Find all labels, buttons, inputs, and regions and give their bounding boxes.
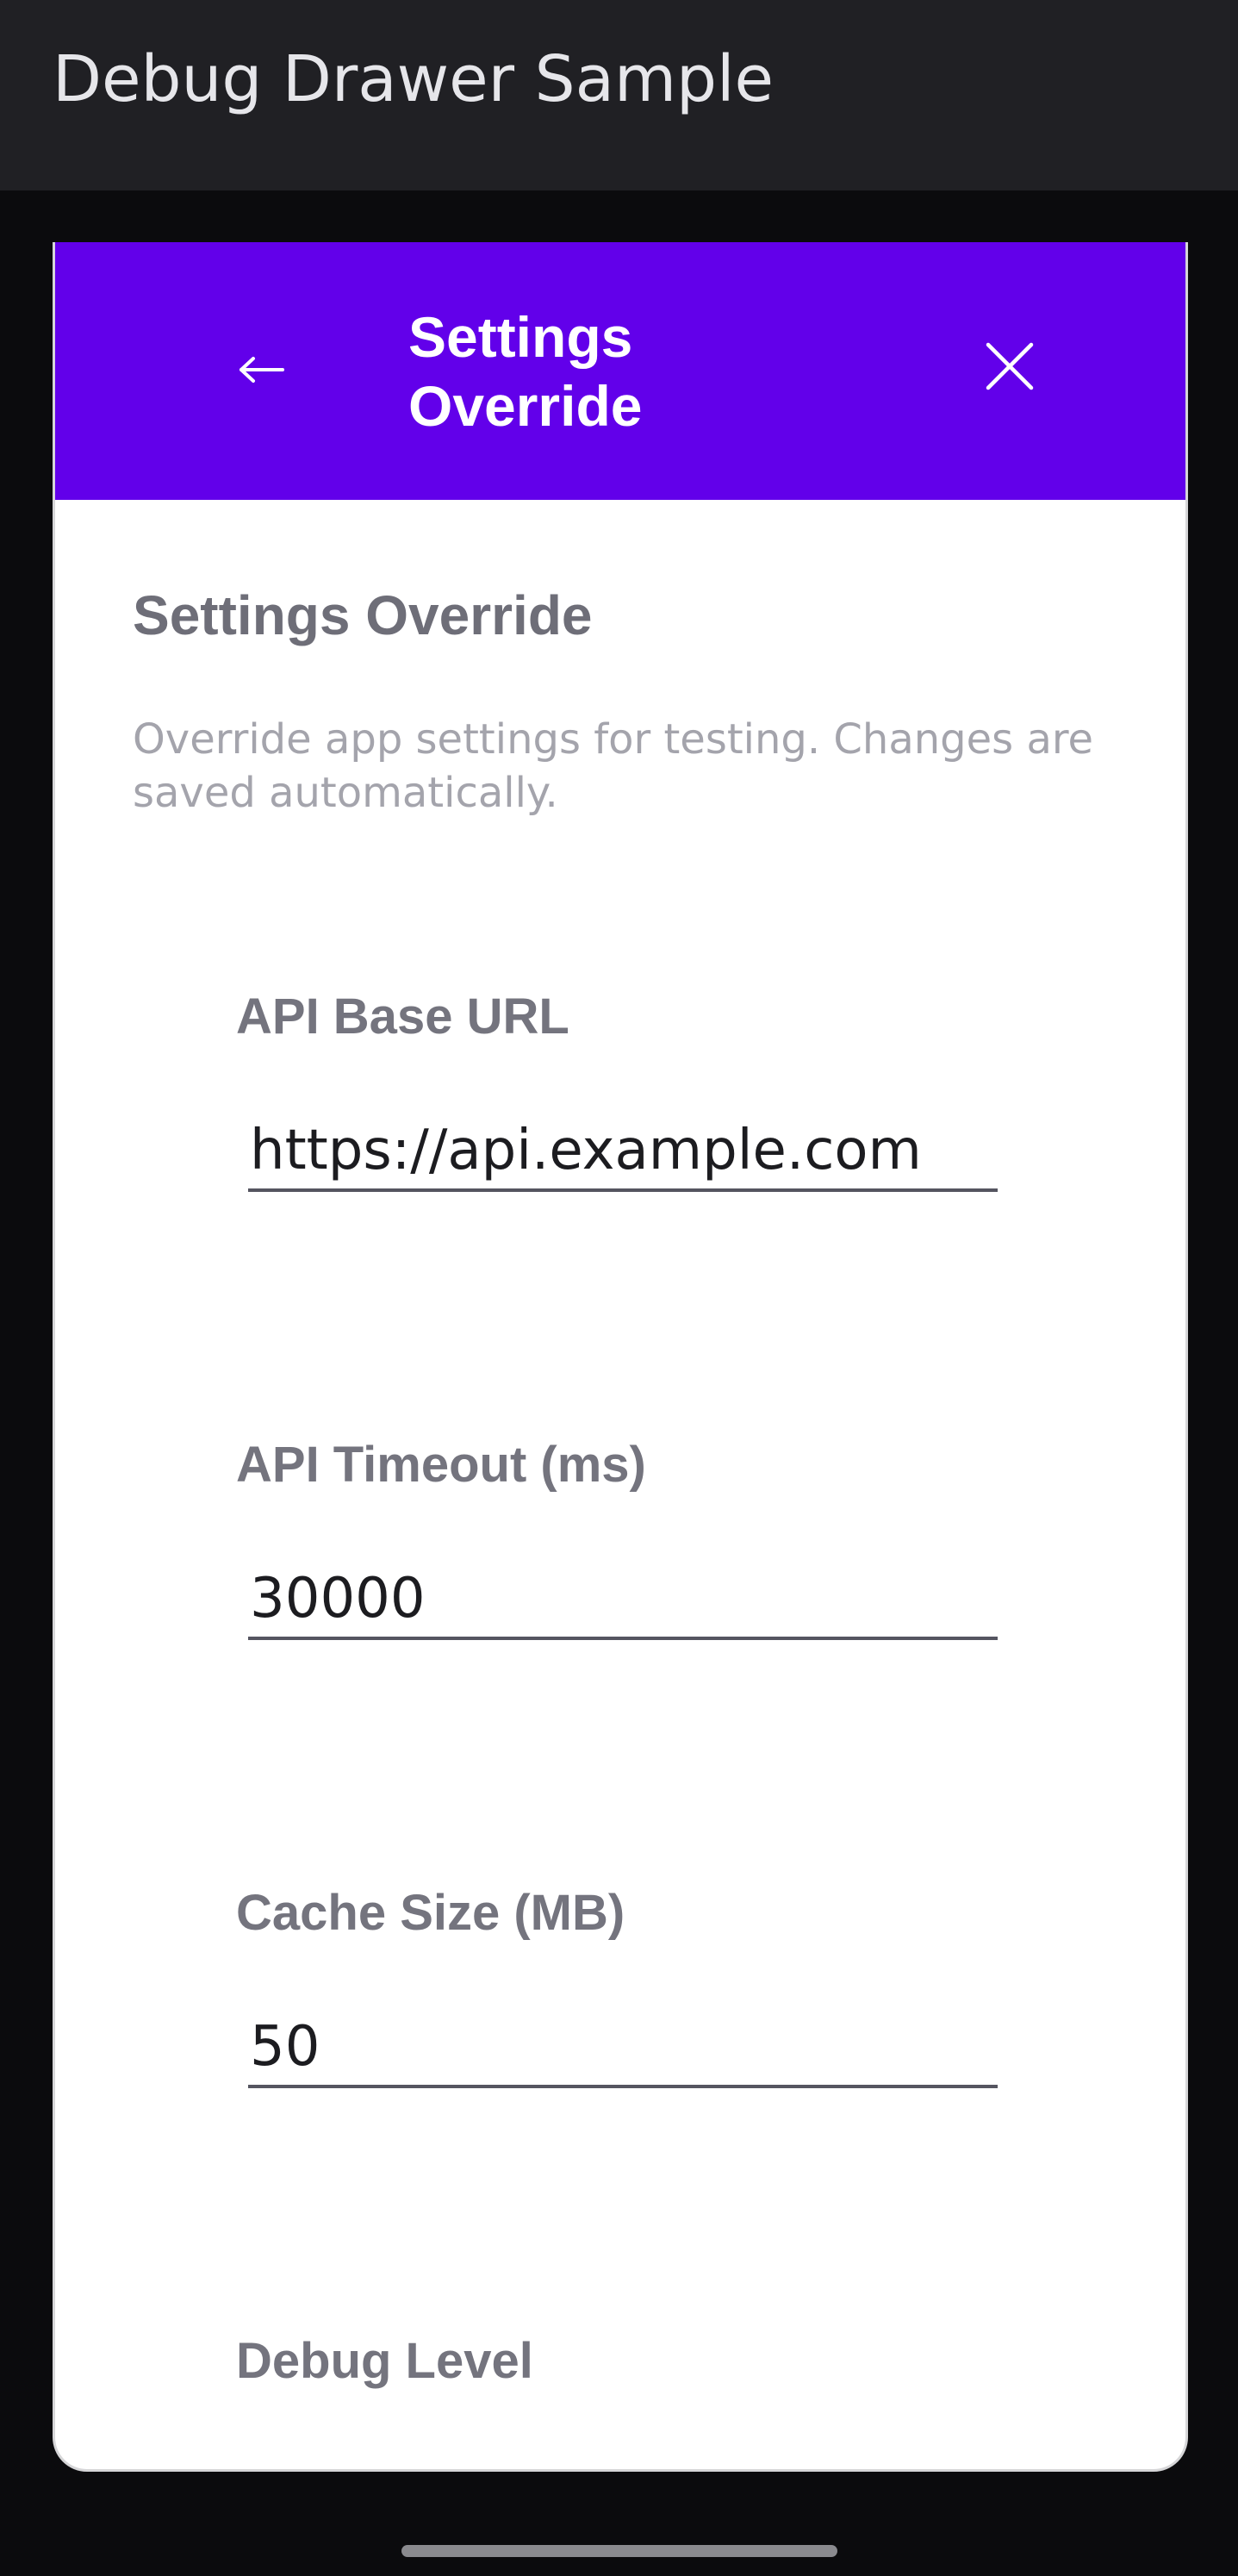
section-title: Settings Override xyxy=(133,584,593,646)
debug-drawer: Settings Override Settings Override Over… xyxy=(53,242,1188,2472)
api-timeout-label: API Timeout (ms) xyxy=(236,1437,646,1493)
app-bar: Debug Drawer Sample xyxy=(0,0,1238,190)
api-base-url-input[interactable] xyxy=(248,1113,998,1192)
back-button[interactable] xyxy=(219,328,305,415)
drawer-header: Settings Override xyxy=(55,242,1185,500)
debug-level-label: Debug Level xyxy=(236,2333,533,2389)
drawer-header-title: Settings Override xyxy=(408,305,643,438)
section-description: Override app settings for testing. Chang… xyxy=(133,715,1094,817)
api-timeout-input[interactable] xyxy=(248,1561,998,1640)
arrow-left-icon xyxy=(238,352,286,391)
cache-size-label: Cache Size (MB) xyxy=(236,1885,625,1941)
close-icon xyxy=(984,340,1036,396)
app-title: Debug Drawer Sample xyxy=(53,42,775,116)
gesture-nav-handle[interactable] xyxy=(401,2545,837,2557)
close-button[interactable] xyxy=(967,325,1053,411)
cache-size-input[interactable] xyxy=(248,2009,998,2088)
api-base-url-label: API Base URL xyxy=(236,989,569,1045)
